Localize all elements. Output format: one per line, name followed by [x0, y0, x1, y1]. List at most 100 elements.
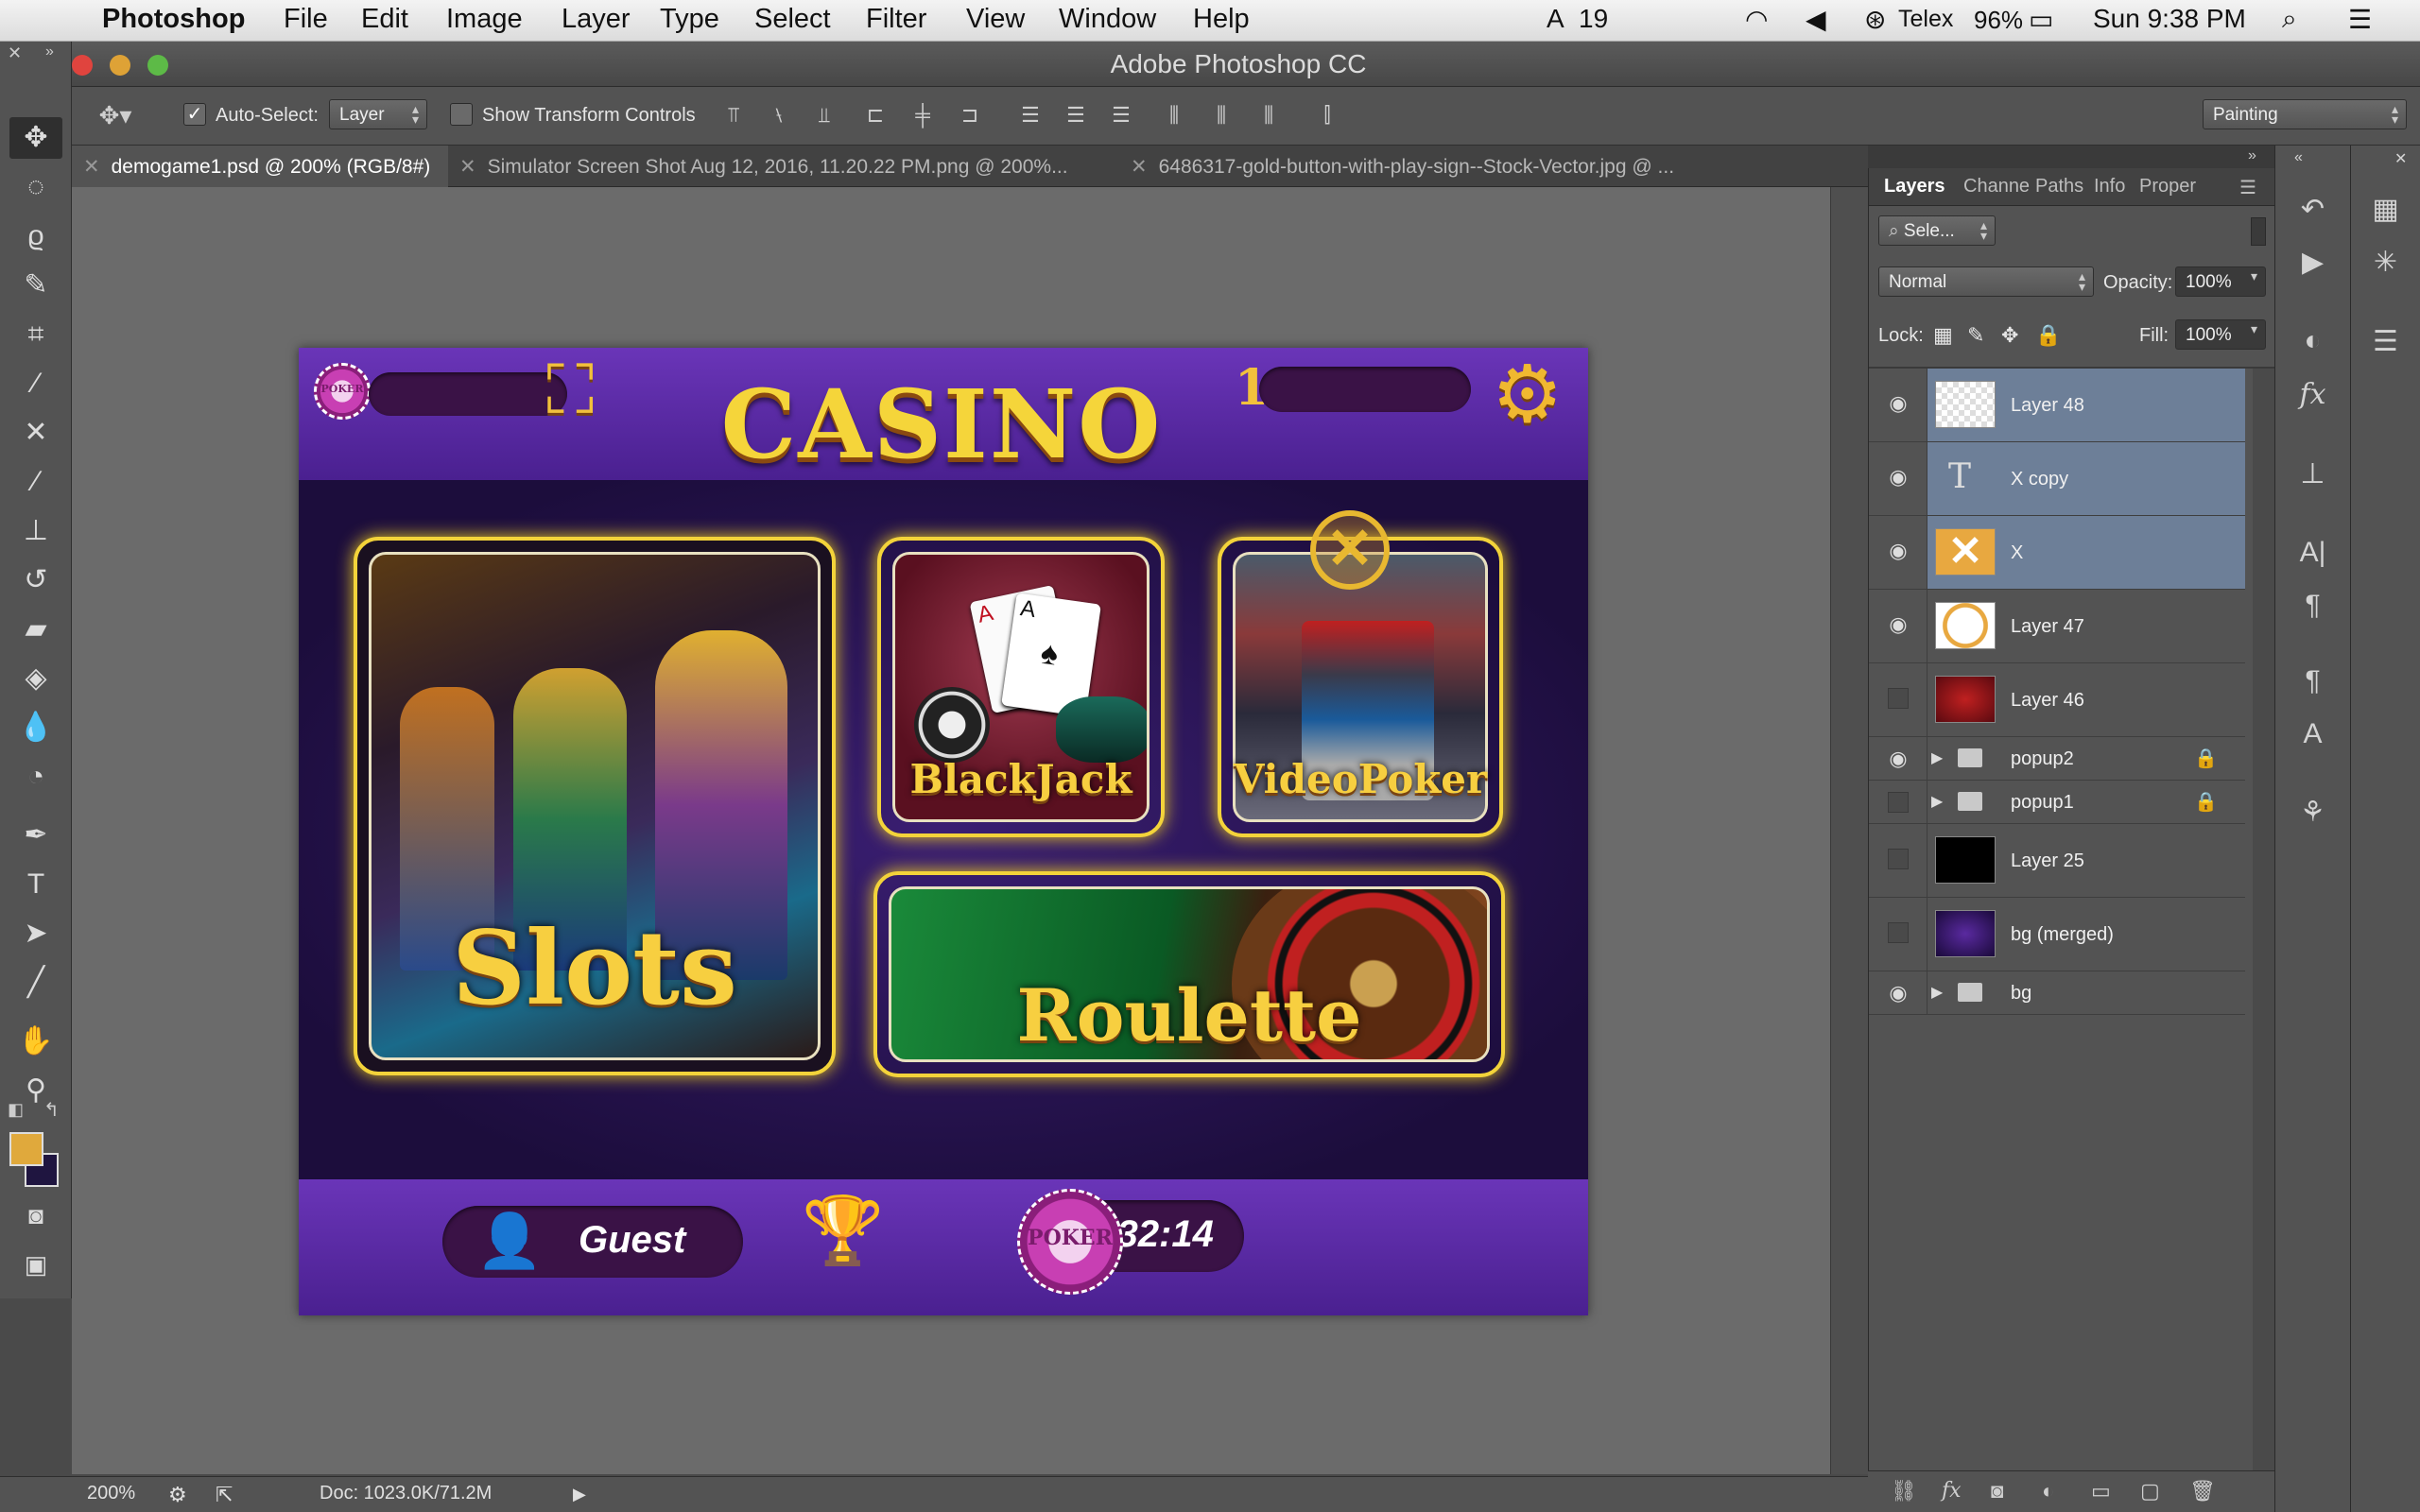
pen-tool-icon[interactable]: ✒ — [9, 815, 62, 856]
status-menu-icon[interactable]: A — [1547, 4, 1564, 34]
distribute-top-icon[interactable]: ☰ — [1017, 102, 1044, 129]
layer-row-layer-47[interactable]: ◉ Layer 47 — [1869, 590, 2245, 663]
brush-presets-icon[interactable]: ☰ — [2351, 325, 2420, 358]
tab-paths[interactable]: Paths — [2035, 176, 2083, 198]
distribute-left-icon[interactable]: ⫼ — [1161, 102, 1187, 129]
distribute-vcenter-icon[interactable]: ☰ — [1063, 102, 1089, 129]
auto-align-icon[interactable]: ⫿ — [1314, 102, 1340, 129]
crop-tool-icon[interactable]: ⌗ — [9, 314, 62, 355]
shop-basket-icon[interactable]: ⛶ — [546, 352, 594, 431]
align-left-icon[interactable]: ⊏ — [862, 102, 889, 129]
tab-close-icon[interactable]: ✕ — [459, 156, 476, 178]
app-menu[interactable]: Photoshop — [102, 4, 245, 35]
visibility-toggle[interactable] — [1888, 922, 1909, 943]
character-style-icon[interactable]: A — [2275, 718, 2350, 750]
wifi-icon[interactable]: ◠ — [1745, 4, 1768, 35]
menu-select[interactable]: Select — [754, 4, 831, 35]
layer-mask-icon[interactable]: ◙ — [1991, 1479, 2003, 1503]
screen-mode-icon[interactable]: ▣ — [9, 1244, 62, 1285]
move-tool-icon[interactable]: ✥ — [9, 117, 62, 159]
share-icon[interactable]: ⇱ — [216, 1483, 233, 1507]
character-panel-icon[interactable]: A| — [2275, 537, 2350, 569]
vertical-scrollbar[interactable] — [1830, 187, 1868, 1474]
dock-collapse-icon[interactable]: « — [2294, 149, 2303, 166]
battery-icon[interactable]: ▭ — [2029, 4, 2053, 35]
slots-card[interactable]: Slots — [354, 537, 836, 1075]
menu-edit[interactable]: Edit — [361, 4, 408, 35]
blend-mode-dropdown[interactable]: Normal ▴ ▾ — [1878, 266, 2094, 297]
menu-file[interactable]: File — [284, 4, 328, 35]
eye-icon[interactable]: ◉ — [1886, 391, 1910, 416]
paragraph-style-icon[interactable]: ¶ — [2275, 665, 2350, 697]
lock-all-icon[interactable]: 🔒 — [2035, 323, 2061, 348]
history-brush-tool-icon[interactable]: ↺ — [9, 559, 62, 601]
marquee-tool-icon[interactable]: ◌ — [9, 166, 62, 208]
layers-scrollbar[interactable] — [2253, 369, 2275, 1470]
new-layer-icon[interactable]: ▢ — [2140, 1479, 2160, 1503]
blackjack-card[interactable]: A A ♠ BlackJack — [877, 537, 1165, 837]
spotlight-icon[interactable]: ⌕ — [2282, 4, 2297, 35]
layer-row-popup2[interactable]: ◉ ▶ popup2 🔒 — [1869, 737, 2245, 781]
align-vcenter-icon[interactable]: ⧷ — [766, 102, 792, 129]
workspace-dropdown[interactable]: Painting ▴ ▾ — [2203, 99, 2407, 129]
auto-select-checkbox[interactable]: ✓ — [183, 103, 206, 126]
panel-menu-icon[interactable]: ☰ — [2239, 176, 2256, 199]
paint-bucket-tool-icon[interactable]: ◈ — [9, 658, 62, 699]
expand-triangle-icon[interactable]: ▶ — [1931, 792, 1943, 811]
eyedropper-tool-icon[interactable]: ⁄ — [9, 363, 62, 404]
distribute-bottom-icon[interactable]: ☰ — [1108, 102, 1134, 129]
swap-colors-icon[interactable]: ↰ — [43, 1098, 60, 1122]
align-bottom-icon[interactable]: ⫫ — [811, 102, 838, 129]
lasso-tool-icon[interactable]: ϱ — [9, 215, 62, 257]
hand-tool-icon[interactable]: ✋ — [9, 1021, 62, 1062]
adjustments-panel-icon[interactable]: ◐ — [2275, 325, 2350, 357]
blur-tool-icon[interactable]: 💧 — [9, 707, 62, 748]
show-transform-checkbox[interactable] — [450, 103, 473, 126]
menu-layer[interactable]: Layer — [562, 4, 631, 35]
dodge-tool-icon[interactable]: ◔ — [9, 756, 62, 798]
roulette-card[interactable]: Roulette — [873, 871, 1505, 1077]
eraser-tool-icon[interactable]: ▰ — [9, 609, 62, 650]
toolbox-close-icon[interactable]: ✕ — [8, 43, 22, 63]
eye-icon[interactable]: ◉ — [1886, 465, 1910, 490]
dock-close-icon[interactable]: ✕ — [2394, 149, 2407, 168]
move-tool-preset-icon[interactable]: ✥▾ — [95, 102, 136, 129]
link-layers-icon[interactable]: ⛓ — [1891, 1479, 1917, 1503]
visibility-toggle[interactable] — [1888, 688, 1909, 709]
input-source-icon[interactable]: ⊛ — [1864, 4, 1886, 35]
volume-icon[interactable]: ◀ — [1806, 4, 1826, 35]
fill-input[interactable]: 100% ▾ — [2175, 319, 2266, 350]
actions-panel-icon[interactable]: ▶ — [2275, 246, 2350, 279]
visibility-toggle[interactable] — [1888, 792, 1909, 813]
layer-row-popup1[interactable]: ▶ popup1 🔒 — [1869, 781, 2245, 824]
align-top-icon[interactable]: ⫪ — [720, 102, 747, 129]
align-right-icon[interactable]: ⊐ — [957, 102, 983, 129]
eye-icon[interactable]: ◉ — [1886, 539, 1910, 563]
tab-demogame1[interactable]: ✕ demogame1.psd @ 200% (RGB/8#) — [72, 146, 448, 187]
close-x-icon[interactable]: ✕ — [1310, 510, 1390, 590]
expand-triangle-icon[interactable]: ▶ — [1931, 748, 1943, 767]
path-select-tool-icon[interactable]: ➤ — [9, 913, 62, 954]
opacity-input[interactable]: 100% ▾ — [2175, 266, 2266, 297]
tab-properties[interactable]: Proper — [2139, 176, 2196, 198]
eye-icon[interactable]: ◉ — [1886, 612, 1910, 637]
status-menu-arrow-icon[interactable]: ▶ — [573, 1485, 586, 1504]
stamp-tool-icon[interactable]: ⊥ — [9, 510, 62, 552]
paragraph-styles-icon[interactable]: ⊥ — [2275, 457, 2350, 490]
menu-image[interactable]: Image — [446, 4, 523, 35]
menu-help[interactable]: Help — [1193, 4, 1250, 35]
delete-layer-icon[interactable]: 🗑 — [2189, 1479, 2216, 1503]
swatches-panel-icon[interactable]: ▦ — [2351, 193, 2420, 226]
layer-row-bg[interactable]: ◉ ▶ bg — [1869, 971, 2245, 1015]
lock-position-icon[interactable]: ✥ — [2001, 323, 2018, 348]
layer-row-x[interactable]: ◉ ✕ X — [1869, 516, 2245, 590]
adjustment-layer-icon[interactable]: ◐ — [2042, 1479, 2054, 1503]
notification-center-icon[interactable]: ☰ — [2348, 4, 2372, 35]
default-colors-icon[interactable]: ◧ — [8, 1100, 24, 1120]
menu-window[interactable]: Window — [1059, 4, 1156, 35]
distribute-hcenter-icon[interactable]: ⫼ — [1208, 102, 1235, 129]
input-source[interactable]: Telex — [1898, 6, 1953, 33]
layer-row-layer-48[interactable]: ◉ Layer 48 — [1869, 369, 2245, 442]
tab-close-icon[interactable]: ✕ — [83, 156, 100, 178]
settings-gear-icon[interactable]: ⚙ — [1492, 348, 1563, 440]
